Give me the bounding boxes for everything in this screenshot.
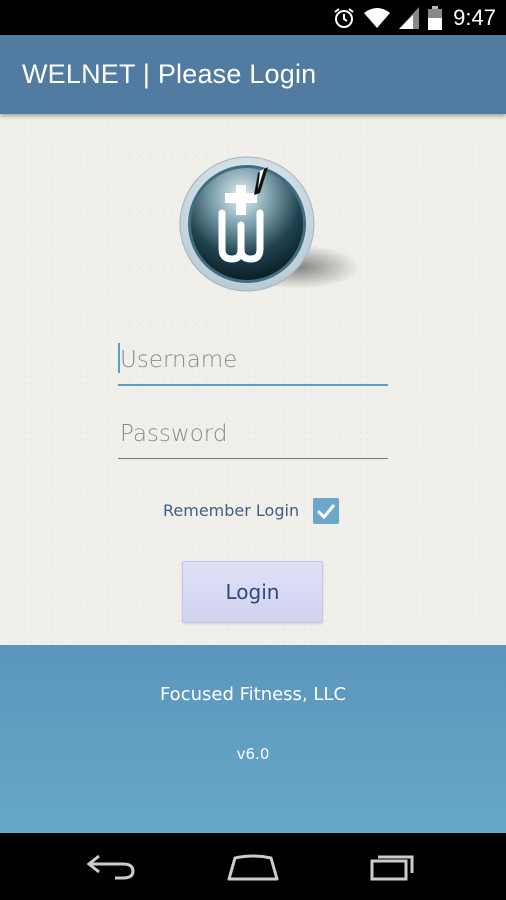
battery-icon — [428, 5, 443, 30]
home-icon — [227, 854, 279, 881]
status-time: 9:47 — [453, 4, 496, 30]
password-input[interactable] — [118, 409, 388, 459]
alarm-icon — [333, 7, 355, 29]
company-name: Focused Fitness, LLC — [159, 684, 347, 705]
recents-icon — [370, 855, 414, 881]
wifi-icon — [364, 7, 391, 29]
navigation-bar — [0, 833, 506, 900]
username-input[interactable] — [118, 336, 388, 386]
page-title: WELNET | Please Login — [22, 59, 317, 89]
footer: Focused Fitness, LLC v6.0 — [0, 645, 506, 833]
action-bar: WELNET | Please Login — [0, 35, 506, 114]
back-button[interactable] — [77, 845, 147, 889]
status-icons: 9:47 — [333, 0, 496, 35]
cell-signal-icon — [399, 6, 420, 29]
login-button[interactable]: Login — [182, 561, 323, 623]
checkmark-icon — [316, 504, 336, 520]
recents-button[interactable] — [358, 845, 428, 889]
back-icon — [87, 854, 135, 880]
status-bar: 9:47 — [0, 0, 506, 35]
welnet-logo-icon — [178, 155, 368, 295]
remember-login-label: Remember Login — [163, 501, 300, 520]
home-button[interactable] — [218, 845, 288, 889]
remember-login-checkbox[interactable] — [313, 498, 339, 524]
login-content: Remember Login Login — [0, 114, 506, 645]
app-version: v6.0 — [236, 745, 270, 763]
text-cursor — [118, 343, 120, 373]
